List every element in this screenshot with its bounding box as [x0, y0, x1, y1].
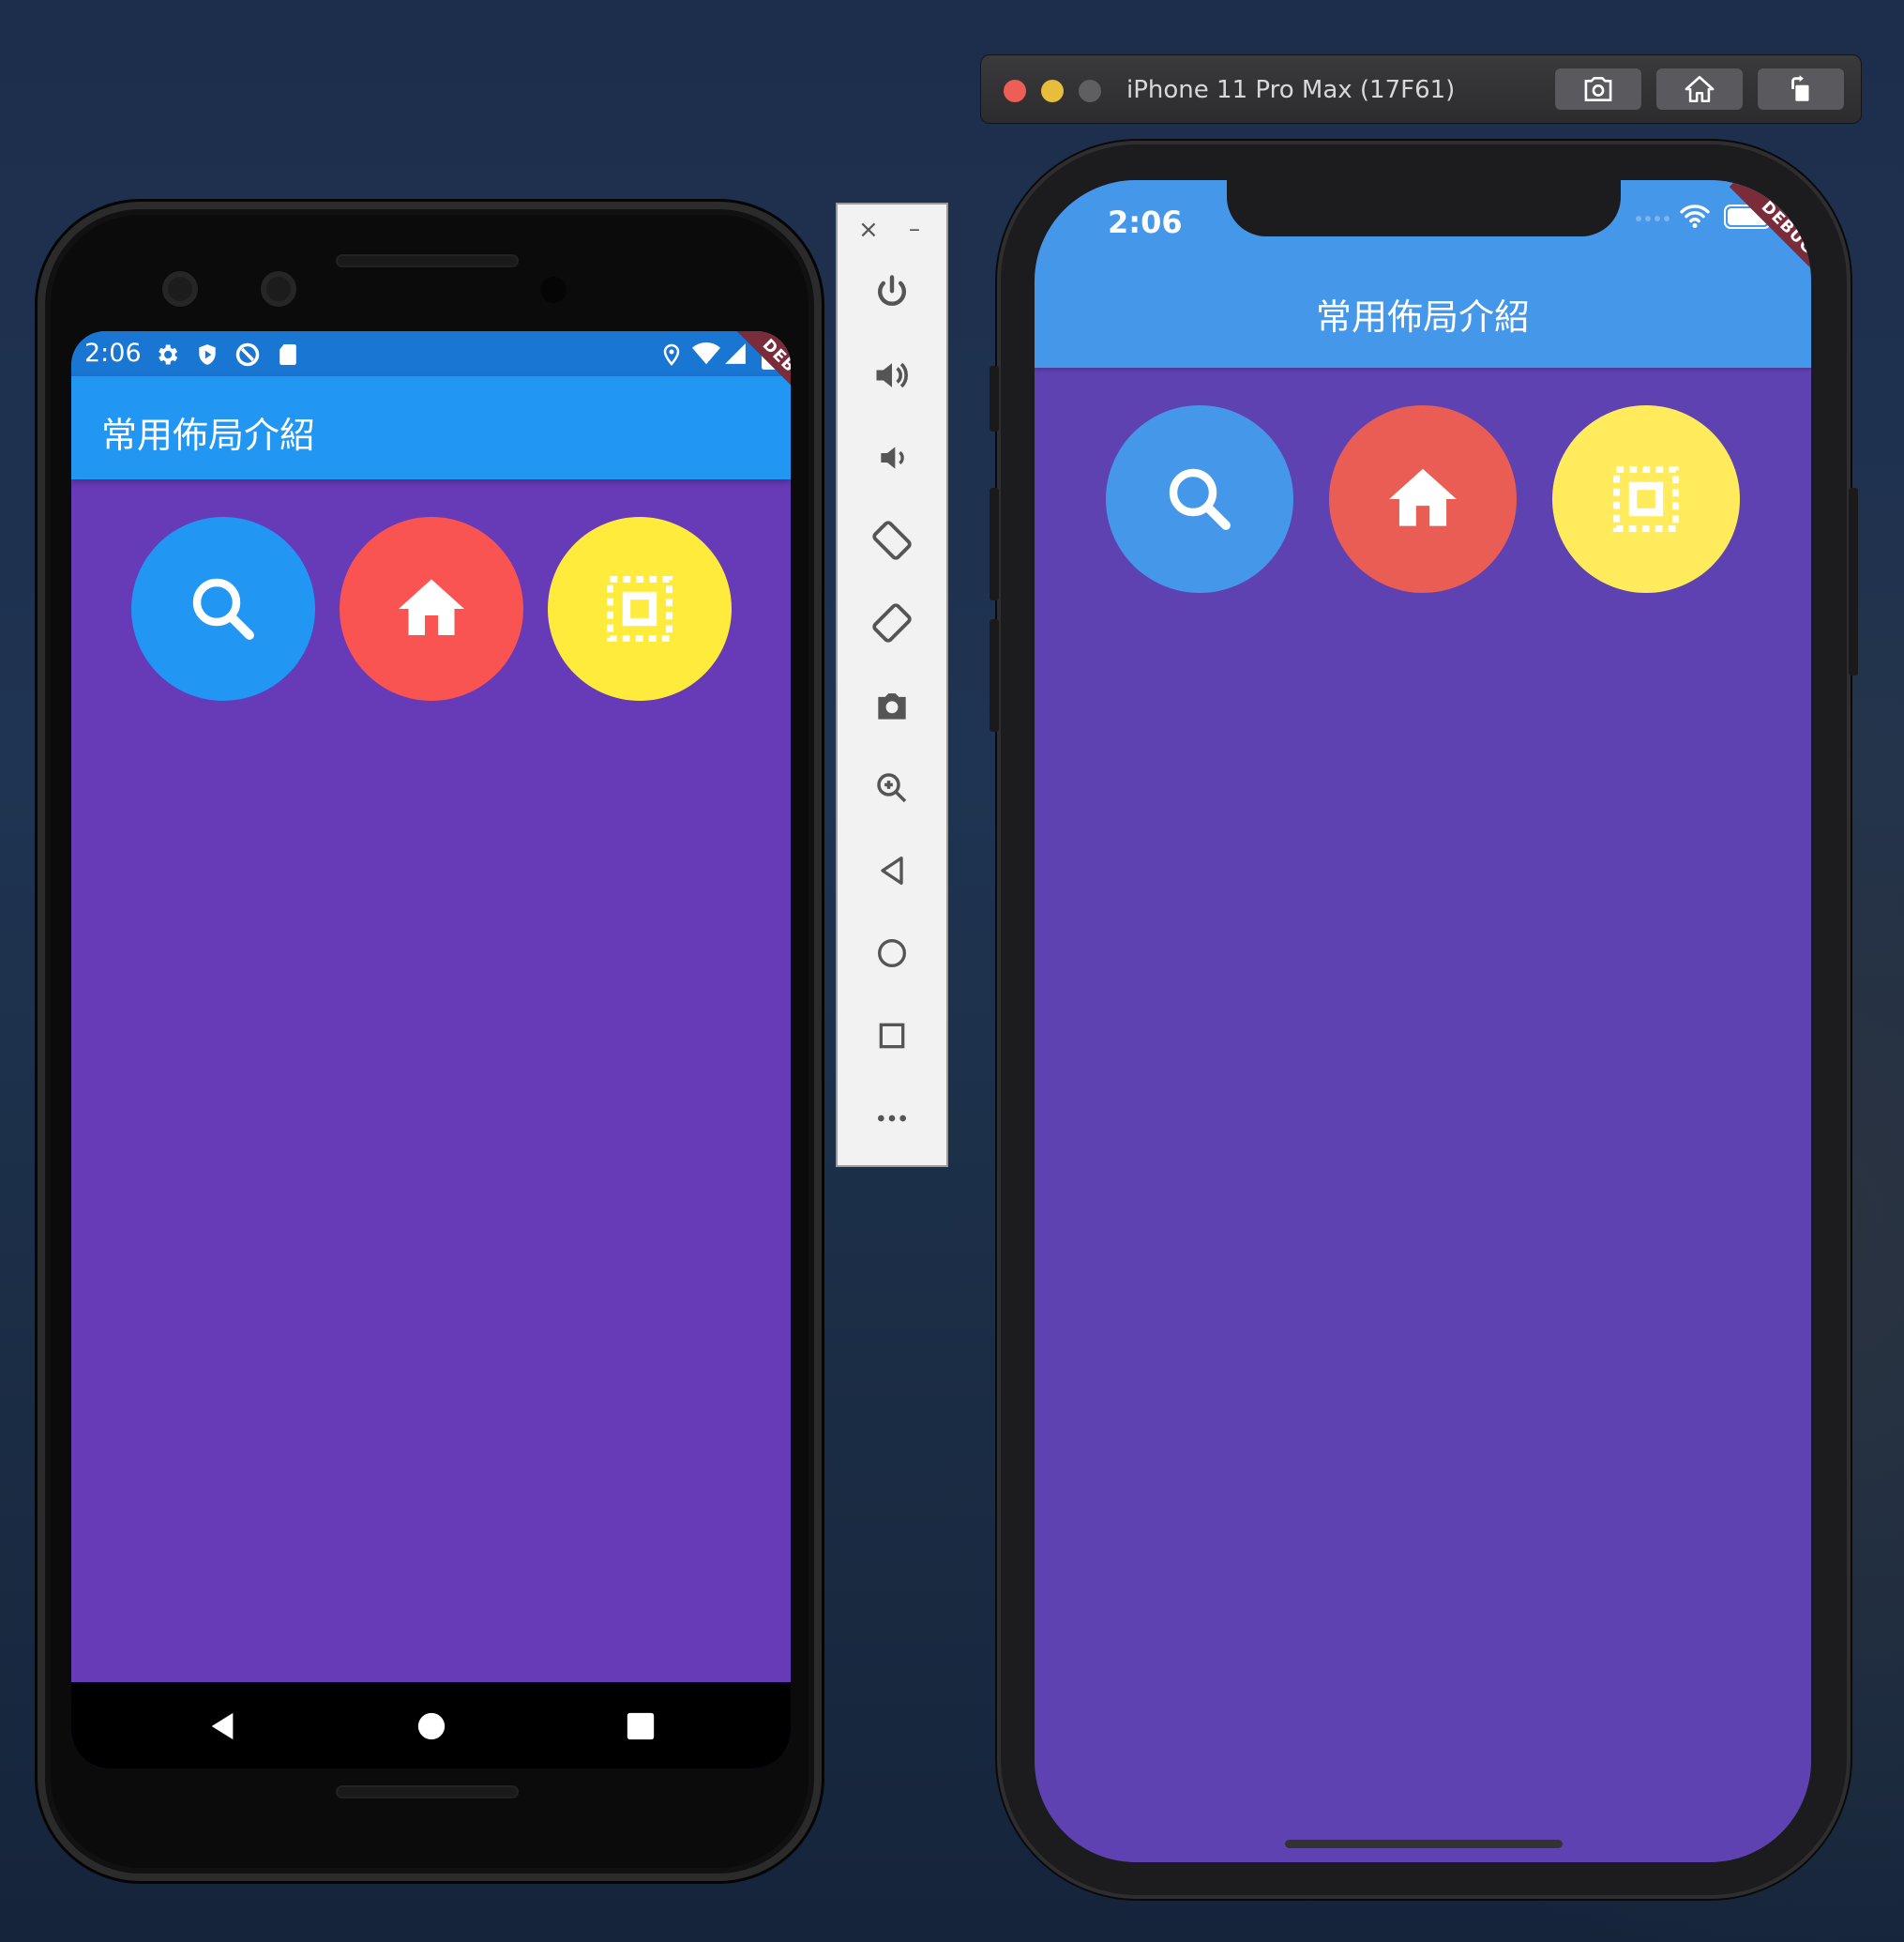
simulator-title-bar: iPhone 11 Pro Max (17F61): [980, 54, 1862, 124]
home-indicator[interactable]: [1285, 1840, 1563, 1848]
toolbar-home-button[interactable]: [838, 925, 946, 981]
back-nav-icon[interactable]: [206, 1710, 238, 1742]
toolbar-close-button[interactable]: ×: [858, 216, 879, 244]
home-nav-icon[interactable]: [416, 1710, 447, 1742]
app-bar-title: 常用佈局介紹: [1315, 296, 1530, 338]
camera-icon: [878, 693, 906, 720]
zoom-button[interactable]: [838, 760, 946, 816]
volume-up-button[interactable]: [838, 347, 946, 403]
power-side-button: [1849, 488, 1858, 675]
zoom-window-button[interactable]: [1079, 80, 1101, 102]
rotate-left-button[interactable]: [838, 512, 946, 569]
rotate-right-icon: [872, 603, 912, 643]
wifi-icon: [1680, 205, 1710, 229]
more-icon: [878, 1115, 906, 1122]
overview-icon: [879, 1023, 905, 1049]
toolbar-overview-button[interactable]: [838, 1008, 946, 1064]
toolbar-more-button[interactable]: [838, 1090, 946, 1146]
front-sensor: [261, 271, 296, 307]
volume-down-side-button: [990, 619, 999, 732]
toolbar-back-button[interactable]: [838, 842, 946, 899]
select-all-icon: [1613, 466, 1679, 532]
volume-down-button[interactable]: [838, 430, 946, 486]
earpiece-grill: [336, 254, 519, 267]
search-button[interactable]: [131, 517, 315, 701]
shield-icon: [199, 344, 216, 365]
home-icon: [1389, 468, 1457, 526]
home-icon: [1685, 75, 1715, 103]
status-time: 2:06: [84, 339, 142, 368]
rotate-left-icon: [872, 521, 912, 560]
select-all-button[interactable]: [548, 517, 732, 701]
select-all-icon: [607, 576, 672, 642]
home-circle-icon: [878, 939, 906, 967]
android-app-bar: 常用佈局介紹: [71, 376, 791, 479]
sd-card-icon: [280, 344, 296, 365]
emulator-toolbar: × –: [836, 203, 948, 1167]
volume-up-icon: [876, 362, 908, 388]
data-saver-icon: [235, 342, 260, 367]
back-icon: [881, 857, 903, 885]
power-button[interactable]: [838, 265, 946, 321]
simulator-home-button[interactable]: [1656, 68, 1743, 110]
android-status-bar: 2:06: [71, 331, 791, 376]
bottom-speaker-grill: [336, 1785, 519, 1798]
search-icon: [1169, 468, 1231, 530]
signal-icon: [1636, 216, 1670, 221]
location-icon: [663, 343, 680, 366]
status-time: 2:06: [1108, 205, 1183, 240]
close-window-button[interactable]: [1004, 80, 1026, 102]
android-screen: 2:06 常用佈局介紹 DEBUG: [71, 331, 791, 1768]
search-icon: [192, 578, 254, 640]
home-icon: [399, 579, 464, 635]
minimize-window-button[interactable]: [1041, 80, 1064, 102]
volume-up-side-button: [990, 488, 999, 600]
screenshot-icon: [1584, 77, 1612, 101]
recents-nav-icon[interactable]: [625, 1710, 657, 1742]
zoom-icon: [877, 773, 907, 803]
select-all-button[interactable]: [1552, 405, 1740, 593]
rotate-right-button[interactable]: [838, 595, 946, 651]
home-button[interactable]: [1329, 405, 1517, 593]
iphone-notch: [1227, 180, 1621, 236]
android-nav-bar: [71, 1682, 791, 1768]
home-button[interactable]: [340, 517, 523, 701]
signal-icon: [725, 343, 746, 364]
settings-icon: [159, 344, 178, 365]
simulator-window-title: iPhone 11 Pro Max (17F61): [1126, 76, 1456, 104]
volume-down-icon: [881, 447, 904, 469]
simulator-rotate-button[interactable]: [1758, 68, 1844, 110]
screenshot-button[interactable]: [838, 677, 946, 734]
iphone-screen: 2:06 常用佈局介紹 DEBUG: [1035, 180, 1811, 1862]
wifi-icon: [692, 342, 720, 365]
silent-switch: [990, 366, 999, 432]
front-camera: [162, 271, 198, 307]
proximity-sensor: [540, 277, 567, 303]
app-bar-title: 常用佈局介紹: [101, 415, 316, 456]
power-icon: [878, 275, 906, 306]
search-button[interactable]: [1106, 405, 1293, 593]
simulator-screenshot-button[interactable]: [1555, 68, 1641, 110]
toolbar-minimize-button[interactable]: –: [909, 216, 920, 242]
rotate-icon: [1791, 75, 1809, 101]
